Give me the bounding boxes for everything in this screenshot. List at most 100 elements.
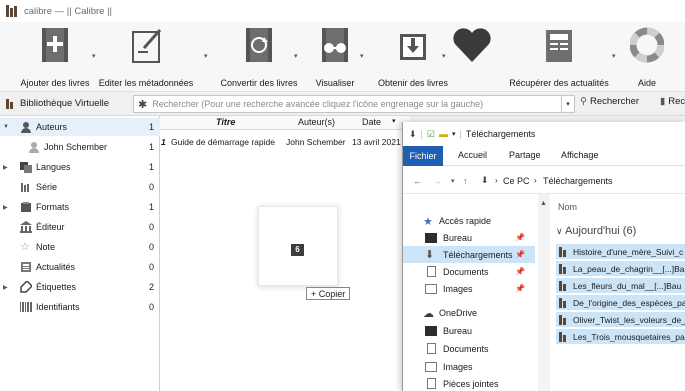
search-input[interactable]: ✱ Rechercher (Pour une recherche avancée… [133, 95, 573, 113]
nav-item-onedrive-images[interactable]: Images [403, 358, 535, 375]
sidebar-item-john-schember[interactable]: John Schember 1 [0, 138, 160, 156]
add-books-button[interactable]: Ajouter des livres [20, 26, 90, 88]
quick-access-dropdown-icon[interactable]: ▾ [452, 130, 456, 138]
group-header[interactable]: ∨ Aujourd'hui (6) [556, 225, 636, 237]
table-row[interactable]: 1 Guide de démarrage rapide John Schembe… [160, 135, 410, 151]
file-item[interactable]: La_peau_de_chagrin__[...]Ba [556, 261, 685, 276]
gear-icon[interactable]: ✱ [138, 98, 147, 111]
nav-item-downloads[interactable]: ⬇ Téléchargements 📌 [403, 246, 535, 263]
pin-icon[interactable]: 📌 [515, 250, 525, 259]
file-item[interactable]: Les_fleurs_du_mal__[...]Bau [556, 278, 685, 293]
collapse-arrow-icon[interactable]: ▼ [3, 124, 9, 130]
add-books-dropdown-icon[interactable]: ▾ [92, 52, 96, 60]
get-books-button[interactable]: Obtenir des livres [378, 26, 448, 88]
download-icon: ⬇ [409, 128, 417, 139]
ebook-file-icon [559, 280, 569, 291]
file-list: Nom ∨ Aujourd'hui (6) Histoire_d'une_mèr… [551, 194, 685, 391]
newspaper-icon [20, 261, 32, 272]
navigation-scrollbar[interactable]: ▲ [538, 194, 550, 391]
sidebar-item-authors[interactable]: ▼ Auteurs 1 [0, 118, 160, 136]
newspaper-icon [542, 26, 576, 64]
pin-icon[interactable]: 📌 [515, 233, 525, 242]
convert-dropdown-icon[interactable]: ▾ [294, 52, 298, 60]
address-bar: ← → ▾ ↑ ⬇ › Ce PC › Téléchargements [403, 168, 685, 194]
image-icon [425, 362, 437, 372]
window-title: calibre — || Calibre || [24, 5, 113, 17]
edit-metadata-button[interactable]: Editer les métadonnées [99, 26, 193, 88]
expand-arrow-icon[interactable]: ▶ [3, 204, 8, 211]
language-icon [20, 161, 32, 173]
scroll-up-icon[interactable]: ▲ [540, 200, 547, 207]
expand-arrow-icon[interactable]: ▶ [3, 284, 8, 291]
up-arrow-icon[interactable]: ↑ [463, 176, 468, 186]
tab-view[interactable]: Affichage [561, 150, 598, 160]
file-item[interactable]: De_l'origine_des_espèces_pa [556, 295, 685, 310]
nav-item-documents[interactable]: Documents 📌 [403, 263, 535, 280]
expand-arrow-icon[interactable]: ▶ [3, 164, 8, 171]
breadcrumb-downloads[interactable]: Téléchargements [543, 176, 613, 186]
file-item[interactable]: Les_Trois_mousquetaires_pa [556, 329, 685, 344]
nav-item-onedrive-desktop[interactable]: Bureau [403, 322, 535, 339]
copy-tooltip: + Copier [306, 287, 351, 300]
sidebar-item-identifiers[interactable]: Identifiants 0 [0, 298, 160, 316]
nav-item-images[interactable]: Images 📌 [403, 280, 535, 297]
nav-item-quick-access[interactable]: ★ Accès rapide [403, 212, 535, 229]
tab-share[interactable]: Partage [509, 150, 541, 160]
nav-item-onedrive-documents[interactable]: Documents [403, 340, 535, 357]
book-list: Titre Auteur(s) Date ▾ 1 Guide de démarr… [160, 116, 410, 391]
column-header-name[interactable]: Nom [558, 202, 577, 212]
get-books-dropdown-icon[interactable]: ▾ [442, 52, 446, 60]
edit-metadata-icon [130, 26, 164, 64]
file-item[interactable]: Histoire_d'une_mère_Suivi_c [556, 244, 685, 259]
column-header-date[interactable]: Date [362, 117, 381, 127]
recent-dropdown-icon[interactable]: ▾ [451, 177, 455, 185]
sidebar-item-formats[interactable]: ▶ Formats 1 [0, 198, 160, 216]
column-header-authors[interactable]: Auteur(s) [298, 117, 335, 127]
nav-item-onedrive[interactable]: ☁ OneDrive [403, 304, 535, 321]
view-dropdown-icon[interactable]: ▾ [360, 52, 364, 60]
search-bar: Bibliothèque Virtuelle ✱ Rechercher (Pou… [0, 92, 685, 116]
search-history-dropdown-icon[interactable]: ▾ [561, 95, 575, 113]
fetch-news-dropdown-icon[interactable]: ▾ [612, 52, 616, 60]
convert-books-button[interactable]: Convertir des livres [220, 26, 298, 88]
sidebar-item-tags[interactable]: ▶ Étiquettes 2 [0, 278, 160, 296]
sidebar-item-news[interactable]: Actualités 0 [0, 258, 160, 276]
download-icon: ⬇ [425, 249, 435, 261]
properties-icon[interactable]: ☑ [427, 129, 435, 140]
tab-file[interactable]: Fichier [403, 146, 443, 166]
ebook-file-icon [559, 263, 569, 274]
get-books-icon [396, 26, 430, 64]
saved-searches-button[interactable]: ▮ Rec [660, 96, 685, 107]
virtual-library-button[interactable]: Bibliothèque Virtuelle [0, 98, 128, 109]
view-button[interactable]: Visualiser [316, 26, 354, 88]
ebook-file-icon [559, 297, 569, 308]
person-icon [20, 121, 32, 133]
file-item[interactable]: Oliver_Twist_les_voleurs_de_ [556, 312, 685, 327]
donate-button[interactable] [450, 26, 494, 64]
sidebar-item-rating[interactable]: ☆ Note 0 [0, 238, 160, 256]
search-button[interactable]: ⚲ Rechercher [580, 96, 639, 107]
sort-arrow-icon: ▾ [392, 118, 396, 125]
view-book-icon [318, 26, 352, 64]
back-arrow-icon[interactable]: ← [413, 176, 422, 186]
sidebar-item-languages[interactable]: ▶ Langues 1 [0, 158, 160, 176]
desktop-folder-icon [425, 326, 437, 336]
barcode-icon [20, 302, 32, 313]
star-icon: ☆ [20, 241, 30, 253]
edit-metadata-dropdown-icon[interactable]: ▾ [204, 52, 208, 60]
pin-icon[interactable]: 📌 [515, 267, 525, 276]
nav-item-attachments[interactable]: Pièces jointes [403, 375, 535, 391]
new-folder-icon[interactable]: ▬ [439, 129, 448, 139]
help-button[interactable]: Aide [629, 26, 665, 88]
sidebar-item-series[interactable]: Série 0 [0, 178, 160, 196]
sidebar-item-publisher[interactable]: Éditeur 0 [0, 218, 160, 236]
column-header-title[interactable]: Titre [216, 117, 235, 127]
forward-arrow-icon[interactable]: → [433, 176, 442, 186]
breadcrumb-this-pc[interactable]: Ce PC [503, 176, 530, 186]
nav-item-desktop[interactable]: Bureau 📌 [403, 229, 535, 246]
document-icon [427, 378, 436, 389]
tab-home[interactable]: Accueil [458, 150, 487, 160]
drag-count-badge: 6 [291, 244, 304, 256]
fetch-news-button[interactable]: Récupérer des actualités [509, 26, 609, 88]
pin-icon[interactable]: 📌 [515, 284, 525, 293]
